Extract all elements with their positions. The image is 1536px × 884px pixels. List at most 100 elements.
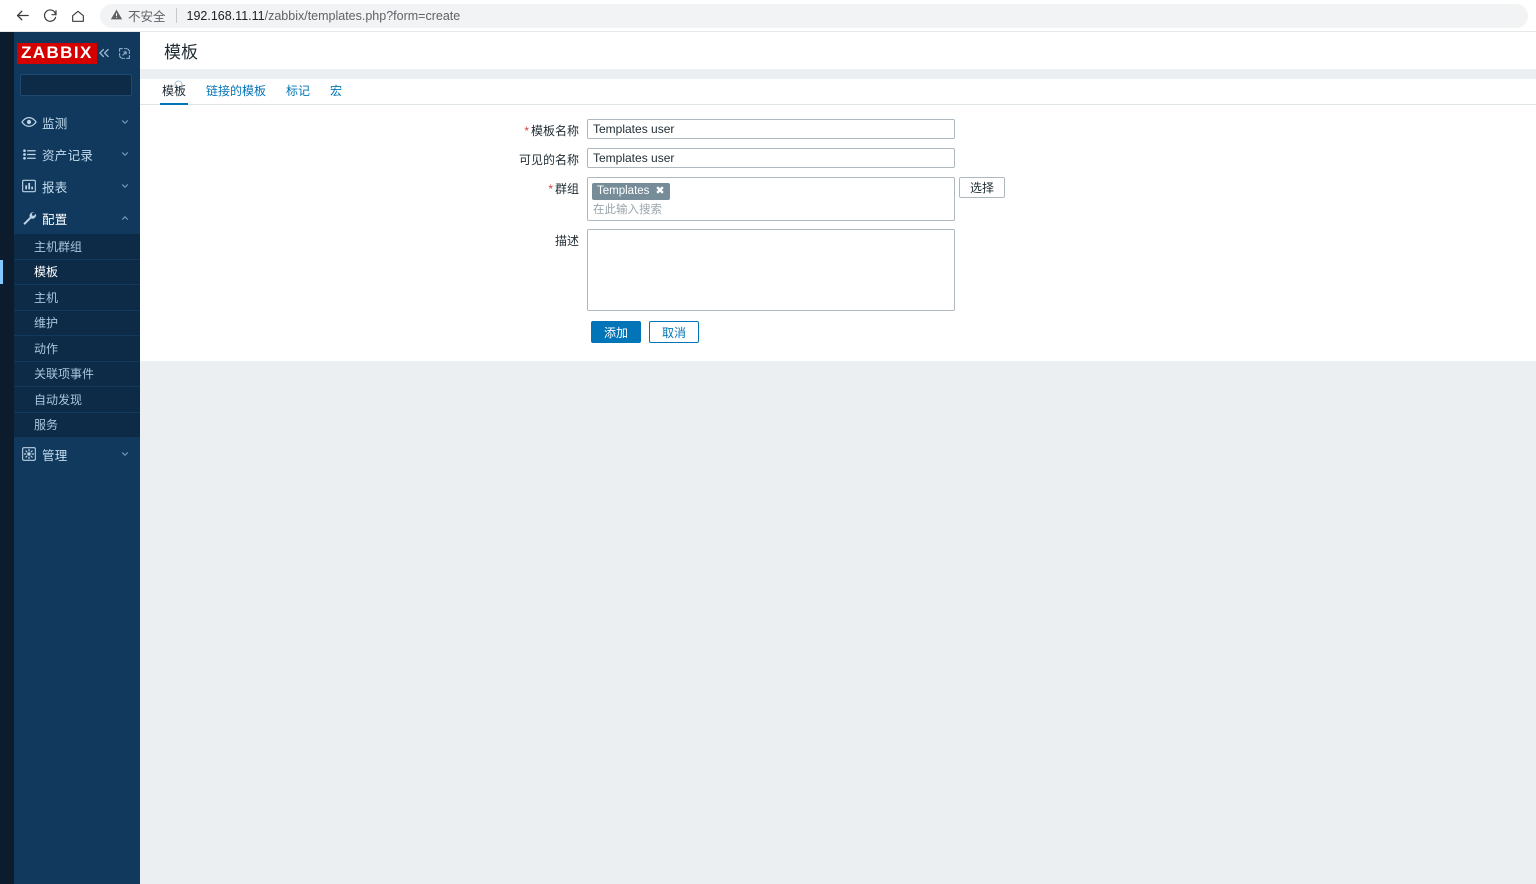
sidebar-subitem-label: 服务: [34, 418, 59, 433]
sidebar-header: ZABBIX: [14, 36, 140, 70]
label-text: 描述: [554, 234, 579, 248]
back-button[interactable]: [8, 2, 36, 30]
sidebar-item-services[interactable]: 服务: [14, 413, 140, 438]
sidebar-subitem-label: 关联项事件: [34, 367, 95, 382]
sidebar-item-monitoring[interactable]: 监测: [14, 106, 140, 138]
required-marker: *: [524, 124, 529, 138]
sidebar-item-label: 管理: [42, 448, 68, 463]
sidebar-subitem-label: 维护: [34, 316, 59, 331]
page-title: 模板: [164, 43, 198, 62]
sidebar-subitem-label: 主机: [34, 290, 59, 305]
label-text: 模板名称: [530, 124, 579, 138]
chevron-up-icon[interactable]: [120, 213, 130, 223]
groups-search-input[interactable]: [592, 201, 950, 216]
description-control: [587, 229, 955, 311]
sidebar-search-wrap: [14, 70, 185, 96]
field-row-groups: *群组 Templates ✖ 选择: [140, 177, 1536, 221]
security-label: 不安全: [128, 10, 166, 24]
group-chip-templates[interactable]: Templates ✖: [592, 183, 670, 200]
sidebar-item-administration[interactable]: 管理: [14, 438, 140, 470]
url-host: 192.168.11.11: [186, 8, 265, 23]
visible-name-control: [587, 148, 955, 168]
select-groups-button[interactable]: 选择: [959, 177, 1006, 198]
label-text: 可见的名称: [518, 153, 579, 167]
omnibox-divider: [175, 8, 177, 23]
groups-multiselect[interactable]: Templates ✖: [587, 177, 955, 221]
sidebar-item-event-correlation[interactable]: 关联项事件: [14, 362, 140, 387]
tab-macros[interactable]: 宏: [320, 84, 352, 104]
sidebar-subitem-label: 自动发现: [34, 392, 83, 407]
warning-triangle-icon: [110, 8, 123, 24]
add-button[interactable]: 添加: [591, 321, 642, 343]
sidebar-item-label: 监测: [42, 116, 68, 131]
sidebar-subitem-label: 主机群组: [34, 239, 83, 254]
required-marker: *: [548, 182, 553, 196]
home-icon: [70, 8, 86, 24]
chevron-down-icon[interactable]: [120, 117, 130, 127]
reload-button[interactable]: [36, 2, 64, 30]
app-root: ZABBIX 监测 资产记录 报表 配置 主机群组 模板 主机 维护 动作 关联…: [0, 32, 1536, 884]
form-actions: 添加 取消: [591, 321, 1536, 343]
home-button[interactable]: [64, 2, 92, 30]
chip-label: Templates: [597, 185, 650, 197]
sidebar-item-inventory[interactable]: 资产记录: [14, 138, 140, 170]
sidebar-subitem-label: 模板: [34, 265, 59, 280]
template-form-panel: 模板 链接的模板 标记 宏 *模板名称 可见的名称: [140, 79, 1536, 361]
groups-control: Templates ✖ 选择: [587, 177, 1006, 221]
page-header: 模板: [140, 32, 1536, 70]
tab-template[interactable]: 模板: [152, 84, 196, 105]
description-label: 描述: [140, 229, 587, 250]
field-row-visible-name: 可见的名称: [140, 148, 1536, 169]
chevron-down-icon[interactable]: [120, 149, 130, 159]
cancel-button[interactable]: 取消: [649, 321, 700, 343]
reload-icon: [42, 8, 58, 24]
arrow-left-icon: [14, 7, 31, 24]
template-name-input[interactable]: [587, 119, 955, 139]
form-tabs: 模板 链接的模板 标记 宏: [140, 79, 1536, 105]
sidebar-submenu-configuration: 主机群组 模板 主机 维护 动作 关联项事件 自动发现 服务: [0, 234, 140, 438]
sidebar-item-label: 配置: [42, 212, 68, 227]
bar-chart-icon: [16, 178, 42, 194]
main-content: 模板 模板 链接的模板 标记 宏 * 模板名称 Templates user 可…: [140, 32, 1536, 884]
sidebar-subitem-label: 动作: [34, 341, 59, 356]
sidebar-item-maintenance[interactable]: 维护: [14, 311, 140, 336]
groups-label: * 群组: [140, 177, 587, 198]
address-bar[interactable]: 不安全 192.168.11.11/zabbix/templates.php?f…: [100, 3, 1528, 28]
eye-icon: [16, 114, 42, 130]
sidebar-item-actions[interactable]: 动作: [14, 336, 140, 362]
sidebar-header-icons: [97, 46, 138, 60]
chevron-down-icon[interactable]: [120, 181, 130, 191]
sidebar-item-templates[interactable]: 模板: [0, 259, 140, 285]
tab-label: 模板: [162, 84, 187, 98]
sidebar-item-configuration[interactable]: 配置: [14, 202, 140, 234]
chevron-double-left-icon[interactable]: [97, 46, 111, 60]
security-indicator[interactable]: 不安全: [110, 6, 166, 25]
sidebar-item-discovery[interactable]: 自动发现: [14, 387, 140, 413]
sidebar-item-host-groups[interactable]: 主机群组: [14, 234, 140, 260]
gear-icon: [16, 446, 42, 462]
sidebar-inner: ZABBIX 监测 资产记录 报表 配置 主机群组 模板 主机 维护 动作 关联…: [0, 32, 185, 884]
description-textarea[interactable]: [587, 229, 955, 311]
page-background: [140, 361, 1536, 884]
tab-label: 宏: [330, 84, 343, 98]
tab-tags[interactable]: 标记: [276, 84, 320, 104]
sidebar-item-label: 资产记录: [42, 148, 94, 163]
sidebar-search[interactable]: [20, 74, 185, 96]
tab-label: 链接的模板: [206, 84, 267, 98]
close-icon[interactable]: ✖: [655, 185, 664, 197]
template-name-control: [587, 119, 955, 139]
url-path: /zabbix/templates.php?form=create: [264, 8, 461, 23]
label-text: 群组: [554, 182, 579, 196]
collapse-panel-icon[interactable]: [118, 46, 132, 60]
zabbix-logo[interactable]: ZABBIX: [17, 42, 97, 64]
url-text: 192.168.11.11/zabbix/templates.php?form=…: [187, 9, 461, 23]
chevron-down-icon[interactable]: [120, 449, 130, 459]
form-body: *模板名称 可见的名称 *群组: [140, 105, 1536, 361]
sidebar-item-hosts[interactable]: 主机: [14, 285, 140, 311]
sidebar-item-reports[interactable]: 报表: [14, 170, 140, 202]
wrench-icon: [16, 210, 42, 226]
field-row-description: 描述: [140, 229, 1536, 311]
tab-linked-templates[interactable]: 链接的模板: [196, 84, 276, 104]
sidebar-menu: 监测 资产记录 报表 配置 主机群组 模板 主机 维护 动作 关联项事件 自动发…: [0, 106, 140, 470]
visible-name-input[interactable]: [587, 148, 955, 168]
